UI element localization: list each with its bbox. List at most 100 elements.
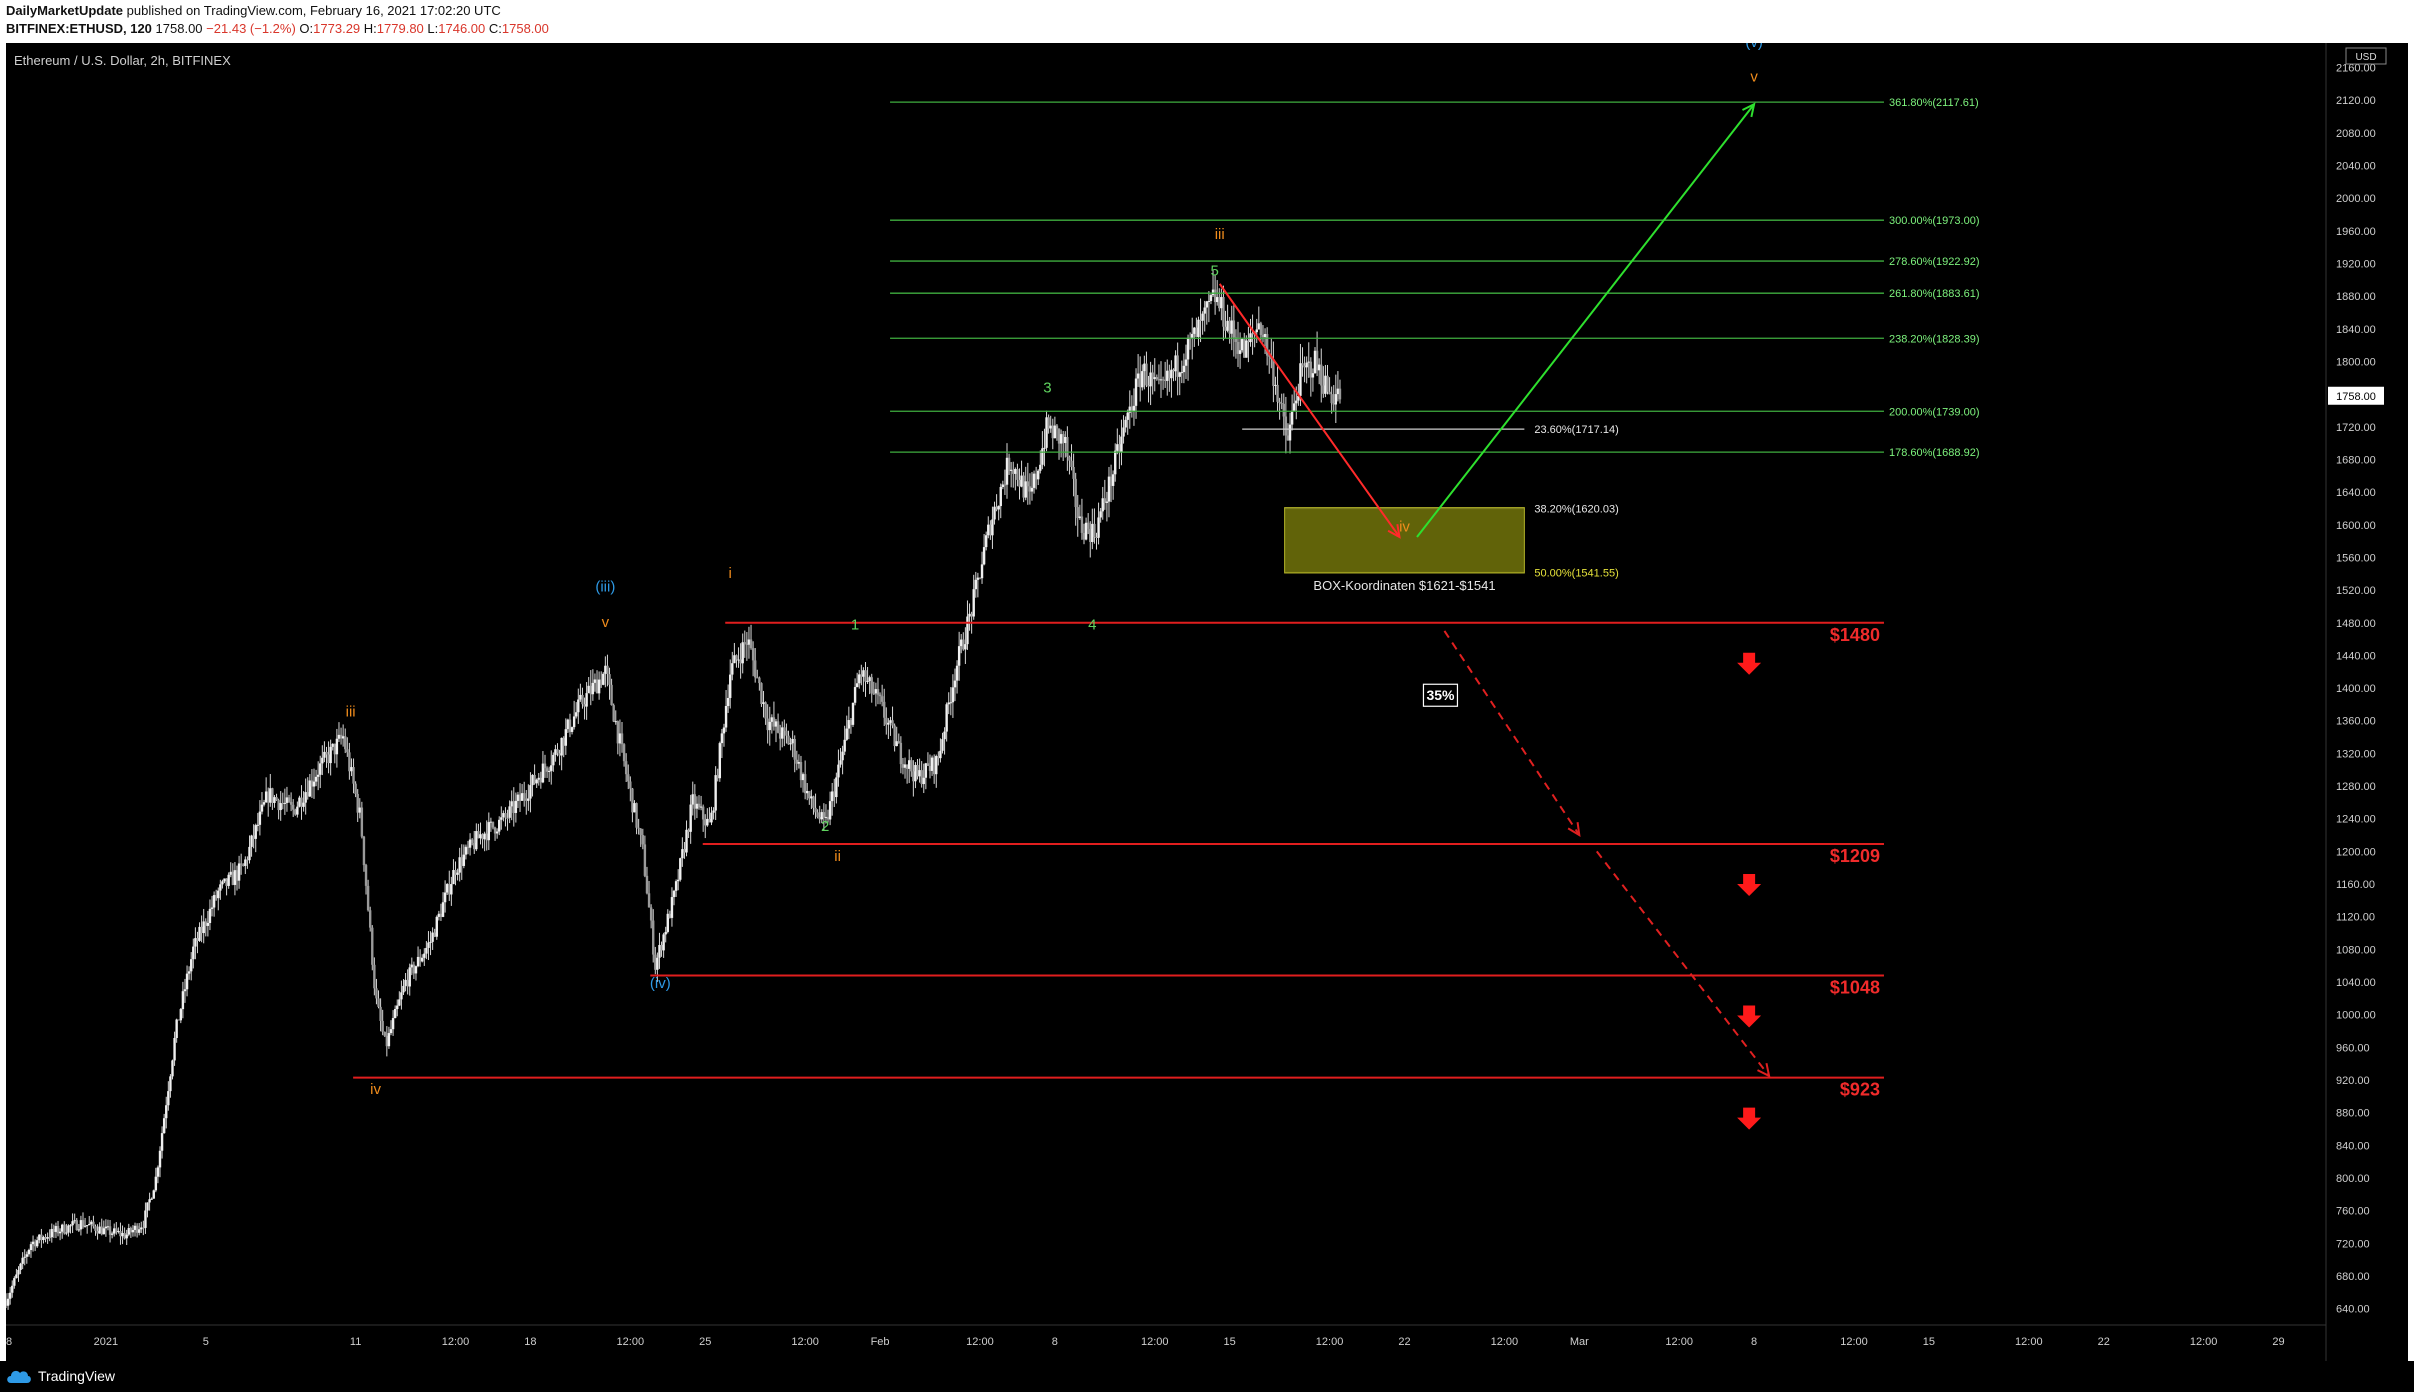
- candle-body: [514, 800, 518, 813]
- time-tick-label: 28: [6, 1336, 12, 1348]
- candle-body: [1320, 364, 1323, 386]
- fib-extension-label: 178.60%(1688.92): [1889, 447, 1980, 459]
- candle-body: [275, 797, 278, 801]
- brand-name: TradingView: [38, 1368, 116, 1384]
- candle-body: [610, 684, 613, 706]
- candle-body: [117, 1231, 120, 1233]
- candle-body: [891, 720, 894, 726]
- candle-body: [506, 817, 509, 819]
- candle-body: [175, 1019, 178, 1038]
- candle-body: [504, 813, 507, 818]
- candle-body: [733, 655, 736, 664]
- candle-body: [1282, 403, 1285, 417]
- publish-header: DailyMarketUpdate published on TradingVi…: [0, 0, 2414, 42]
- candle-body: [997, 506, 1000, 510]
- candle-body: [281, 803, 284, 805]
- candle-body: [1309, 361, 1313, 378]
- candle-body: [953, 680, 957, 688]
- candle-body: [722, 727, 726, 734]
- candle-body: [978, 577, 982, 579]
- candle-body: [1290, 410, 1294, 425]
- candle-body: [387, 1033, 391, 1047]
- candle-body: [113, 1228, 116, 1234]
- candle-body: [331, 743, 334, 747]
- candle-body: [408, 967, 411, 987]
- price-tick-label: 960.00: [2336, 1042, 2370, 1054]
- candle-body: [131, 1229, 135, 1233]
- candle-body: [631, 788, 634, 813]
- candle-body: [687, 829, 690, 832]
- time-tick-label: 12:00: [1141, 1336, 1169, 1348]
- tradingview-logo[interactable]: TradingView: [6, 1364, 115, 1388]
- price-tick-label: 2120.00: [2336, 95, 2376, 107]
- candle-body: [179, 1009, 183, 1021]
- candle-body: [48, 1237, 51, 1239]
- candle-body: [1091, 523, 1094, 542]
- candle-body: [154, 1176, 158, 1191]
- candle-body: [396, 1005, 399, 1010]
- candle-body: [860, 674, 863, 677]
- candle-body: [1247, 340, 1250, 343]
- candle-body: [140, 1227, 143, 1230]
- candle-body: [1134, 378, 1138, 406]
- price-tick-label: 1280.00: [2336, 781, 2376, 793]
- candle-body: [296, 806, 299, 815]
- candle-body: [837, 764, 840, 778]
- candle-body: [637, 827, 640, 829]
- candle-body: [770, 717, 774, 722]
- candle-body: [36, 1240, 39, 1247]
- price-tick-label: 1400.00: [2336, 683, 2376, 695]
- candle-body: [1322, 385, 1325, 394]
- candle-body: [791, 739, 794, 744]
- candle-body: [377, 998, 380, 1007]
- time-tick-label: 8: [1751, 1336, 1757, 1348]
- candle-body: [94, 1226, 97, 1231]
- candle-body: [244, 859, 247, 866]
- candle-body: [337, 734, 341, 739]
- candle-body: [1236, 341, 1240, 354]
- candle-body: [924, 763, 928, 778]
- candle-body: [31, 1241, 35, 1245]
- candle-body: [664, 931, 667, 935]
- candle-body: [421, 957, 424, 962]
- dashed-drop-arrow-2-head: [1757, 1063, 1771, 1078]
- candle-body: [354, 783, 357, 794]
- candle-body: [308, 780, 312, 797]
- candle-body: [756, 677, 759, 679]
- candle-body: [325, 751, 328, 755]
- price-tick-label: 1320.00: [2336, 748, 2376, 760]
- candle-body: [880, 696, 884, 702]
- candle-body: [142, 1227, 145, 1229]
- candle-body: [1103, 498, 1107, 503]
- candle-body: [402, 985, 405, 993]
- candle-body: [115, 1228, 118, 1232]
- dashed-drop-arrow-1: [1443, 630, 1581, 836]
- candle-body: [533, 774, 536, 784]
- candle-body: [693, 794, 697, 809]
- candle-body: [883, 701, 886, 718]
- candle-body: [156, 1167, 160, 1177]
- candle-body: [508, 806, 511, 818]
- candle-body: [768, 721, 771, 731]
- low-label: L:: [427, 21, 439, 36]
- candle-body: [656, 957, 659, 970]
- fib-extension-label: 361.80%(2117.61): [1889, 97, 1979, 109]
- candle-body: [483, 833, 486, 840]
- candle-body: [668, 913, 672, 918]
- candle-body: [1182, 365, 1186, 373]
- candle-body: [1203, 307, 1206, 314]
- chart-canvas[interactable]: 361.80%(2117.61) 300.00%(1973.00) 278.60%(…: [6, 43, 2408, 1361]
- candle-body: [776, 721, 780, 733]
- wave-label: (iii): [595, 579, 615, 596]
- candle-body: [724, 706, 728, 728]
- green-projection-arrow: [1416, 103, 1755, 538]
- candle-body: [1243, 339, 1246, 358]
- candle-body: [575, 712, 578, 717]
- candle-body: [666, 913, 669, 932]
- price-tick-label: 2000.00: [2336, 193, 2376, 205]
- candle-body: [901, 764, 905, 768]
- chart-area[interactable]: 361.80%(2117.61) 300.00%(1973.00) 278.60%(…: [6, 43, 2408, 1361]
- candle-body: [907, 760, 911, 769]
- candle-body: [897, 741, 900, 743]
- author-name[interactable]: DailyMarketUpdate: [6, 3, 123, 18]
